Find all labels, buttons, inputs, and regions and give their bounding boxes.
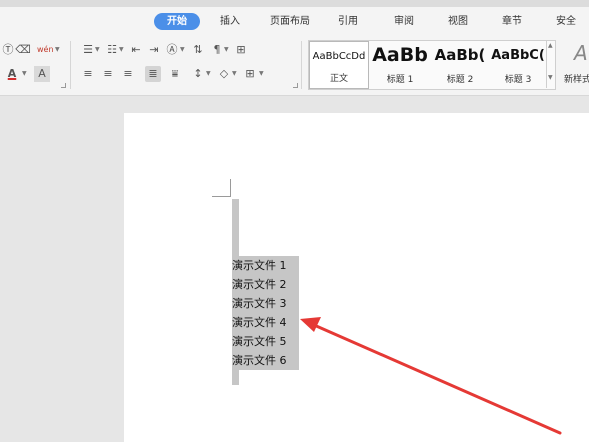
distributed-align-icon[interactable]: ⩸	[167, 66, 183, 82]
chevron-down-icon[interactable]: ▼	[224, 46, 229, 53]
ribbon-toolbar: Ⓣ ⌫ wén ▼ A ▼ A ☰ ▼ ☷ ▼ ⇤ ⇥ Ⓐ ▼ ⇅ ¶ ▼ ⊞ …	[0, 35, 589, 96]
style-sample: AaBb(	[434, 46, 486, 64]
new-style-button[interactable]: 新样式	[564, 72, 589, 85]
eraser-icon[interactable]: ⌫	[15, 42, 31, 58]
chevron-down-icon[interactable]: ▼	[232, 70, 237, 77]
chevron-down-icon[interactable]: ▼	[259, 70, 264, 77]
chevron-down-icon[interactable]: ▼	[22, 70, 27, 77]
chevron-down-icon[interactable]: ▼	[206, 70, 211, 77]
font-color-button[interactable]: A	[4, 66, 20, 82]
justify-icon[interactable]: ≣	[145, 66, 161, 82]
group-divider	[70, 41, 71, 89]
align-left-icon[interactable]: ≡	[80, 66, 96, 82]
style-gallery-scroll[interactable]: ▲ ▼	[546, 40, 556, 88]
tab-review[interactable]: 审阅	[386, 13, 422, 30]
style-name: 标题 2	[446, 75, 474, 85]
style-sample: AaBbC(	[491, 48, 545, 63]
bullet-list-icon[interactable]: ☰	[80, 42, 96, 58]
sort-icon[interactable]: ⇅	[190, 42, 206, 58]
increase-indent-icon[interactable]: ⇥	[146, 42, 162, 58]
tab-chapter[interactable]: 章节	[494, 13, 530, 30]
chevron-down-icon[interactable]: ▼	[95, 46, 100, 53]
style-gallery: AaBbCcDd 正文 AaBb 标题 1 AaBb( 标题 2 AaBbC( …	[308, 40, 556, 90]
character-shading-button[interactable]: A	[34, 66, 50, 82]
tab-page-layout[interactable]: 页面布局	[264, 13, 316, 30]
arrow-shaft	[312, 323, 562, 435]
highlight-glyph: A	[38, 67, 46, 80]
phonetic-glyph: wén	[37, 45, 54, 54]
align-right-icon[interactable]: ≡	[120, 66, 136, 82]
tab-view[interactable]: 视图	[440, 13, 476, 30]
document-area: 演示文件 1 演示文件 2 演示文件 3 演示文件 4 演示文件 5 演示文件 …	[0, 96, 589, 442]
text-direction-icon[interactable]: Ⓐ	[164, 42, 180, 58]
line-spacing-icon[interactable]: ↕	[190, 66, 206, 82]
chevron-down-icon[interactable]: ▼	[180, 46, 185, 53]
font-color-glyph: A	[7, 67, 17, 80]
annotation-arrow	[300, 317, 562, 435]
paragraph-dialog-launcher-icon[interactable]	[293, 83, 298, 88]
style-sample: AaBbCcDd	[312, 51, 366, 62]
show-marks-icon[interactable]: ¶	[209, 42, 225, 58]
style-sample: AaBb	[372, 44, 428, 66]
chevron-up-icon[interactable]: ▲	[548, 42, 553, 49]
decrease-indent-icon[interactable]: ⇤	[128, 42, 144, 58]
numbered-list-icon[interactable]: ☷	[104, 42, 120, 58]
chevron-down-icon[interactable]: ▼	[119, 46, 124, 53]
tab-references[interactable]: 引用	[330, 13, 366, 30]
tab-insert[interactable]: 插入	[212, 13, 248, 30]
style-heading-3[interactable]: AaBbC( 标题 3	[490, 41, 546, 89]
shading-fill-icon[interactable]: ◇	[216, 66, 232, 82]
tab-home[interactable]: 开始	[154, 13, 200, 30]
clear-format-icon[interactable]: Ⓣ	[0, 42, 16, 58]
tab-security[interactable]: 安全	[548, 13, 584, 30]
style-name: 标题 3	[504, 75, 532, 85]
group-divider	[301, 41, 302, 89]
style-name: 标题 1	[386, 75, 414, 85]
style-normal[interactable]: AaBbCcDd 正文	[309, 41, 369, 89]
chevron-down-icon[interactable]: ▼	[55, 46, 60, 53]
new-style-icon[interactable]: A	[574, 41, 588, 65]
style-name: 正文	[329, 74, 348, 84]
style-heading-2[interactable]: AaBb( 标题 2	[430, 41, 490, 89]
border-icon[interactable]: ⊞	[242, 66, 258, 82]
chevron-down-icon[interactable]: ▼	[548, 74, 553, 81]
window-top-strip	[0, 0, 589, 7]
menu-bar: 开始 插入 页面布局 引用 审阅 视图 章节 安全	[0, 7, 589, 35]
style-heading-1[interactable]: AaBb 标题 1	[370, 41, 430, 89]
font-dialog-launcher-icon[interactable]	[61, 83, 66, 88]
table-borders-icon[interactable]: ⊞	[233, 42, 249, 58]
phonetic-guide-icon[interactable]: wén	[37, 42, 54, 58]
arrow-head	[300, 317, 321, 332]
align-center-icon[interactable]: ≡	[100, 66, 116, 82]
